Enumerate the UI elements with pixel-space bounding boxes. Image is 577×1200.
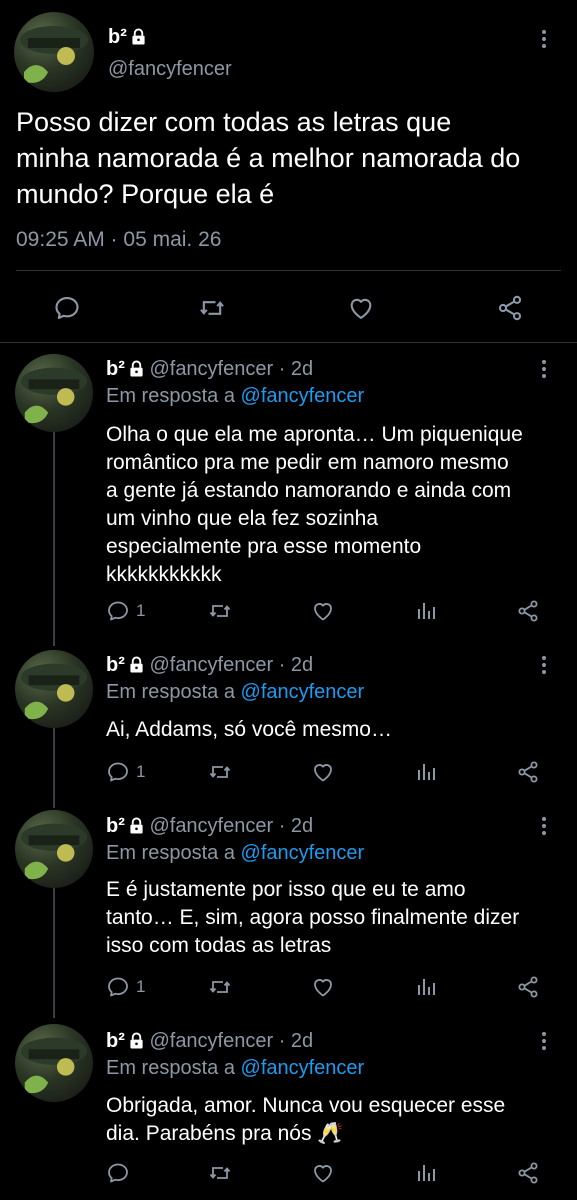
retweet-icon <box>208 760 232 784</box>
like-button[interactable] <box>347 294 375 322</box>
reply-button[interactable]: 1 <box>106 599 145 623</box>
more-icon[interactable] <box>540 1032 548 1053</box>
views-icon <box>414 599 438 623</box>
share-icon <box>516 760 540 784</box>
reply-button[interactable]: 1 <box>106 760 145 784</box>
reply-icon <box>106 760 130 784</box>
replying-to: Em resposta a @fancyfencer <box>106 842 365 864</box>
views-icon <box>414 975 438 999</box>
reply-header: b² @fancyfencer · 2d <box>106 815 314 837</box>
share-icon <box>516 1161 540 1185</box>
share-button[interactable] <box>496 294 524 322</box>
more-icon[interactable] <box>540 360 548 381</box>
views-icon <box>414 760 438 784</box>
share-icon <box>516 599 540 623</box>
thread-line <box>53 888 55 1018</box>
thread-line <box>53 728 55 808</box>
reply-text: Olha o que ela me apronta… Um piquenique… <box>106 423 523 586</box>
retweet-button[interactable] <box>208 975 232 999</box>
reply-header: b² @fancyfencer · 2d <box>106 358 314 380</box>
share-button[interactable] <box>516 975 540 999</box>
lock-icon <box>129 656 144 673</box>
retweet-button[interactable] <box>208 1161 232 1185</box>
like-icon <box>311 760 335 784</box>
reply-button[interactable] <box>106 1161 136 1185</box>
like-button[interactable] <box>311 599 335 623</box>
views-button[interactable] <box>414 975 438 999</box>
like-button[interactable] <box>311 975 335 999</box>
views-button[interactable] <box>414 599 438 623</box>
avatar[interactable] <box>15 354 93 432</box>
more-icon[interactable] <box>540 656 548 677</box>
retweet-button[interactable] <box>208 599 232 623</box>
like-button[interactable] <box>311 1161 335 1185</box>
reply-icon <box>106 1161 130 1185</box>
replying-to: Em resposta a @fancyfencer <box>106 385 365 407</box>
views-button[interactable] <box>414 1161 438 1185</box>
tweet-timestamp[interactable]: 09:25 AM · 05 mai. 26 <box>16 228 221 252</box>
reply-text: Obrigada, amor. Nunca vou esquecer esse … <box>106 1094 506 1145</box>
avatar[interactable] <box>14 12 94 92</box>
share-icon <box>496 294 524 322</box>
more-icon[interactable] <box>540 817 548 838</box>
retweet-button[interactable] <box>208 760 232 784</box>
lock-icon <box>131 28 146 45</box>
reply-text: E é justamente por isso que eu te amo ta… <box>106 878 520 957</box>
handle[interactable]: @fancyfencer <box>108 58 232 81</box>
share-button[interactable] <box>516 1161 540 1185</box>
reply-header: b² @fancyfencer · 2d <box>106 654 314 676</box>
tweet-text: Posso dizer com todas as letras que minh… <box>16 107 521 209</box>
thread-line <box>53 432 55 646</box>
divider <box>0 342 577 343</box>
like-icon <box>311 975 335 999</box>
replying-to: Em resposta a @fancyfencer <box>106 681 365 703</box>
views-button[interactable] <box>414 760 438 784</box>
lock-icon <box>129 817 144 834</box>
divider <box>16 270 561 271</box>
retweet-icon <box>198 294 226 322</box>
reply-icon <box>53 294 81 322</box>
retweet-icon <box>208 975 232 999</box>
more-icon[interactable] <box>540 30 548 51</box>
views-icon <box>414 1161 438 1185</box>
reply-text: Ai, Addams, só você mesmo… <box>106 718 392 741</box>
retweet-button[interactable] <box>198 294 226 322</box>
avatar[interactable] <box>15 650 93 728</box>
reply-button[interactable] <box>53 294 81 322</box>
share-button[interactable] <box>516 760 540 784</box>
reply-icon <box>106 599 130 623</box>
like-button[interactable] <box>311 760 335 784</box>
avatar[interactable] <box>15 1024 93 1102</box>
avatar[interactable] <box>15 810 93 888</box>
like-icon <box>311 599 335 623</box>
like-icon <box>311 1161 335 1185</box>
share-button[interactable] <box>516 599 540 623</box>
replying-to: Em resposta a @fancyfencer <box>106 1057 365 1079</box>
lock-icon <box>129 1032 144 1049</box>
like-icon <box>347 294 375 322</box>
retweet-icon <box>208 1161 232 1185</box>
reply-header: b² @fancyfencer · 2d <box>106 1030 314 1052</box>
lock-icon <box>129 360 144 377</box>
reply-button[interactable]: 1 <box>106 975 145 999</box>
share-icon <box>516 975 540 999</box>
reply-icon <box>106 975 130 999</box>
display-name[interactable]: b² <box>108 26 146 49</box>
retweet-icon <box>208 599 232 623</box>
